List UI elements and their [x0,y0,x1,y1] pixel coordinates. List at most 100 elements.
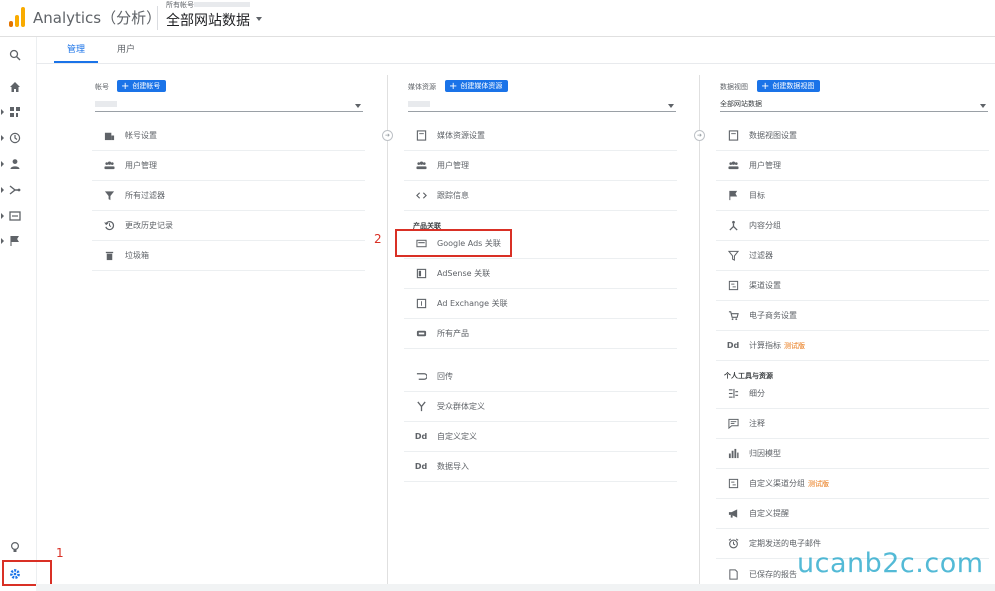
exchange-icon [414,297,428,311]
view-column-header: 数据视图 [720,83,748,91]
chevron-down-icon[interactable] [980,104,986,108]
adsense-links-item[interactable]: AdSense 关联 [404,259,677,289]
audience-definitions-item[interactable]: 受众群体定义 [404,392,677,422]
tracking-info-item[interactable]: 跟踪信息 [404,181,677,211]
redacted-account [95,101,117,107]
item-label: 自定义提醒 [749,509,789,518]
dashboard-icon[interactable] [8,105,22,119]
view-user-management-item[interactable]: 用户管理 [716,151,989,181]
item-label: 用户管理 [437,161,469,170]
search-icon[interactable] [8,48,22,62]
view-settings-item[interactable]: 数据视图设置 [716,121,989,151]
item-label: 过滤器 [749,251,773,260]
beta-badge: 测试版 [784,341,805,350]
plus-icon: + [121,81,130,92]
alarm-icon [726,537,740,551]
filter-icon [726,249,740,263]
annotation-number-2: 2 [374,232,382,246]
channel-icon [726,279,740,293]
saved-report-icon [726,567,740,581]
segment-icon [726,387,740,401]
lightbulb-icon[interactable] [8,540,22,554]
create-account-button[interactable]: + 创建帐号 [117,80,167,92]
item-label: 自定义定义 [437,432,477,441]
item-label: 所有过滤器 [125,191,165,200]
segments-item[interactable]: 细分 [716,379,989,409]
person-icon[interactable] [8,157,22,171]
account-select[interactable] [95,99,363,112]
redacted-account-name [194,2,250,7]
item-label: 受众群体定义 [437,402,485,411]
account-settings-item[interactable]: 帐号设置 [92,121,365,151]
view-select[interactable]: 全部网站数据 [720,99,988,112]
all-products-item[interactable]: 所有产品 [404,319,677,349]
content-grouping-item[interactable]: 内容分组 [716,211,989,241]
property-select[interactable] [408,99,676,112]
item-label: 回传 [437,372,453,381]
flag-icon [726,189,740,203]
item-label: 数据导入 [437,462,469,471]
audience-icon [414,400,428,414]
data-import-item[interactable]: Dd 数据导入 [404,452,677,482]
expand-arrow-icon[interactable] [1,109,4,115]
home-icon[interactable] [8,80,22,94]
create-property-button[interactable]: + 创建媒体资源 [445,80,509,92]
google-ads-highlight-box [395,229,512,257]
history-icon [102,219,116,233]
analytics-logo-icon[interactable] [8,6,26,32]
item-label: 更改历史记录 [125,221,173,230]
item-label: 所有产品 [437,329,469,338]
account-user-management-item[interactable]: 用户管理 [92,151,365,181]
chevron-down-icon[interactable] [355,104,361,108]
property-user-management-item[interactable]: 用户管理 [404,151,677,181]
account-trash-item[interactable]: 垃圾箱 [92,241,365,271]
watermark-text: ucanb2c.com [797,548,984,579]
left-nav-rail [0,37,37,591]
calculated-metrics-item[interactable]: Dd 计算指标 测试版 [716,331,989,361]
tab-admin[interactable]: 管理 [54,37,98,63]
tabs-divider [36,63,995,64]
attribution-models-item[interactable]: 归因模型 [716,439,989,469]
clock-icon[interactable] [8,131,22,145]
dd-icon: Dd [726,341,740,350]
expand-arrow-icon[interactable] [1,135,4,141]
goals-item[interactable]: 目标 [716,181,989,211]
item-label: 注释 [749,419,765,428]
chevron-down-icon[interactable] [668,104,674,108]
plus-icon: + [761,81,770,92]
bottom-scroll-area [36,584,995,591]
column-divider [699,75,700,585]
people-icon [102,159,116,173]
expand-arrow-icon[interactable] [1,161,4,167]
view-selector[interactable]: 全部网站数据 [166,10,250,30]
item-label: 电子商务设置 [749,311,797,320]
people-icon [414,159,428,173]
property-settings-item[interactable]: 媒体资源设置 [404,121,677,151]
ad-exchange-links-item[interactable]: Ad Exchange 关联 [404,289,677,319]
expand-arrow-icon[interactable] [1,213,4,219]
code-icon [414,189,428,203]
item-label: 用户管理 [125,161,157,170]
document-icon [726,129,740,143]
custom-channel-grouping-item[interactable]: 自定义渠道分组 测试版 [716,469,989,499]
expand-arrow-icon[interactable] [1,238,4,244]
create-view-button[interactable]: + 创建数据视图 [757,80,821,92]
tab-users[interactable]: 用户 [106,37,146,63]
annotation-icon [726,417,740,431]
expand-arrow-icon[interactable] [1,187,4,193]
custom-definitions-item[interactable]: Dd 自定义定义 [404,422,677,452]
flag-icon[interactable] [8,234,22,248]
custom-alerts-item[interactable]: 自定义提醒 [716,499,989,529]
postbacks-item[interactable]: 回传 [404,362,677,392]
account-filters-item[interactable]: 所有过滤器 [92,181,365,211]
filter-icon [102,189,116,203]
behavior-icon[interactable] [8,209,22,223]
document-icon [414,129,428,143]
ecommerce-settings-item[interactable]: 电子商务设置 [716,301,989,331]
account-history-item[interactable]: 更改历史记录 [92,211,365,241]
chevron-down-icon[interactable] [256,17,262,21]
channel-settings-item[interactable]: 渠道设置 [716,271,989,301]
annotations-item[interactable]: 注释 [716,409,989,439]
view-filters-item[interactable]: 过滤器 [716,241,989,271]
acquisition-icon[interactable] [8,183,22,197]
